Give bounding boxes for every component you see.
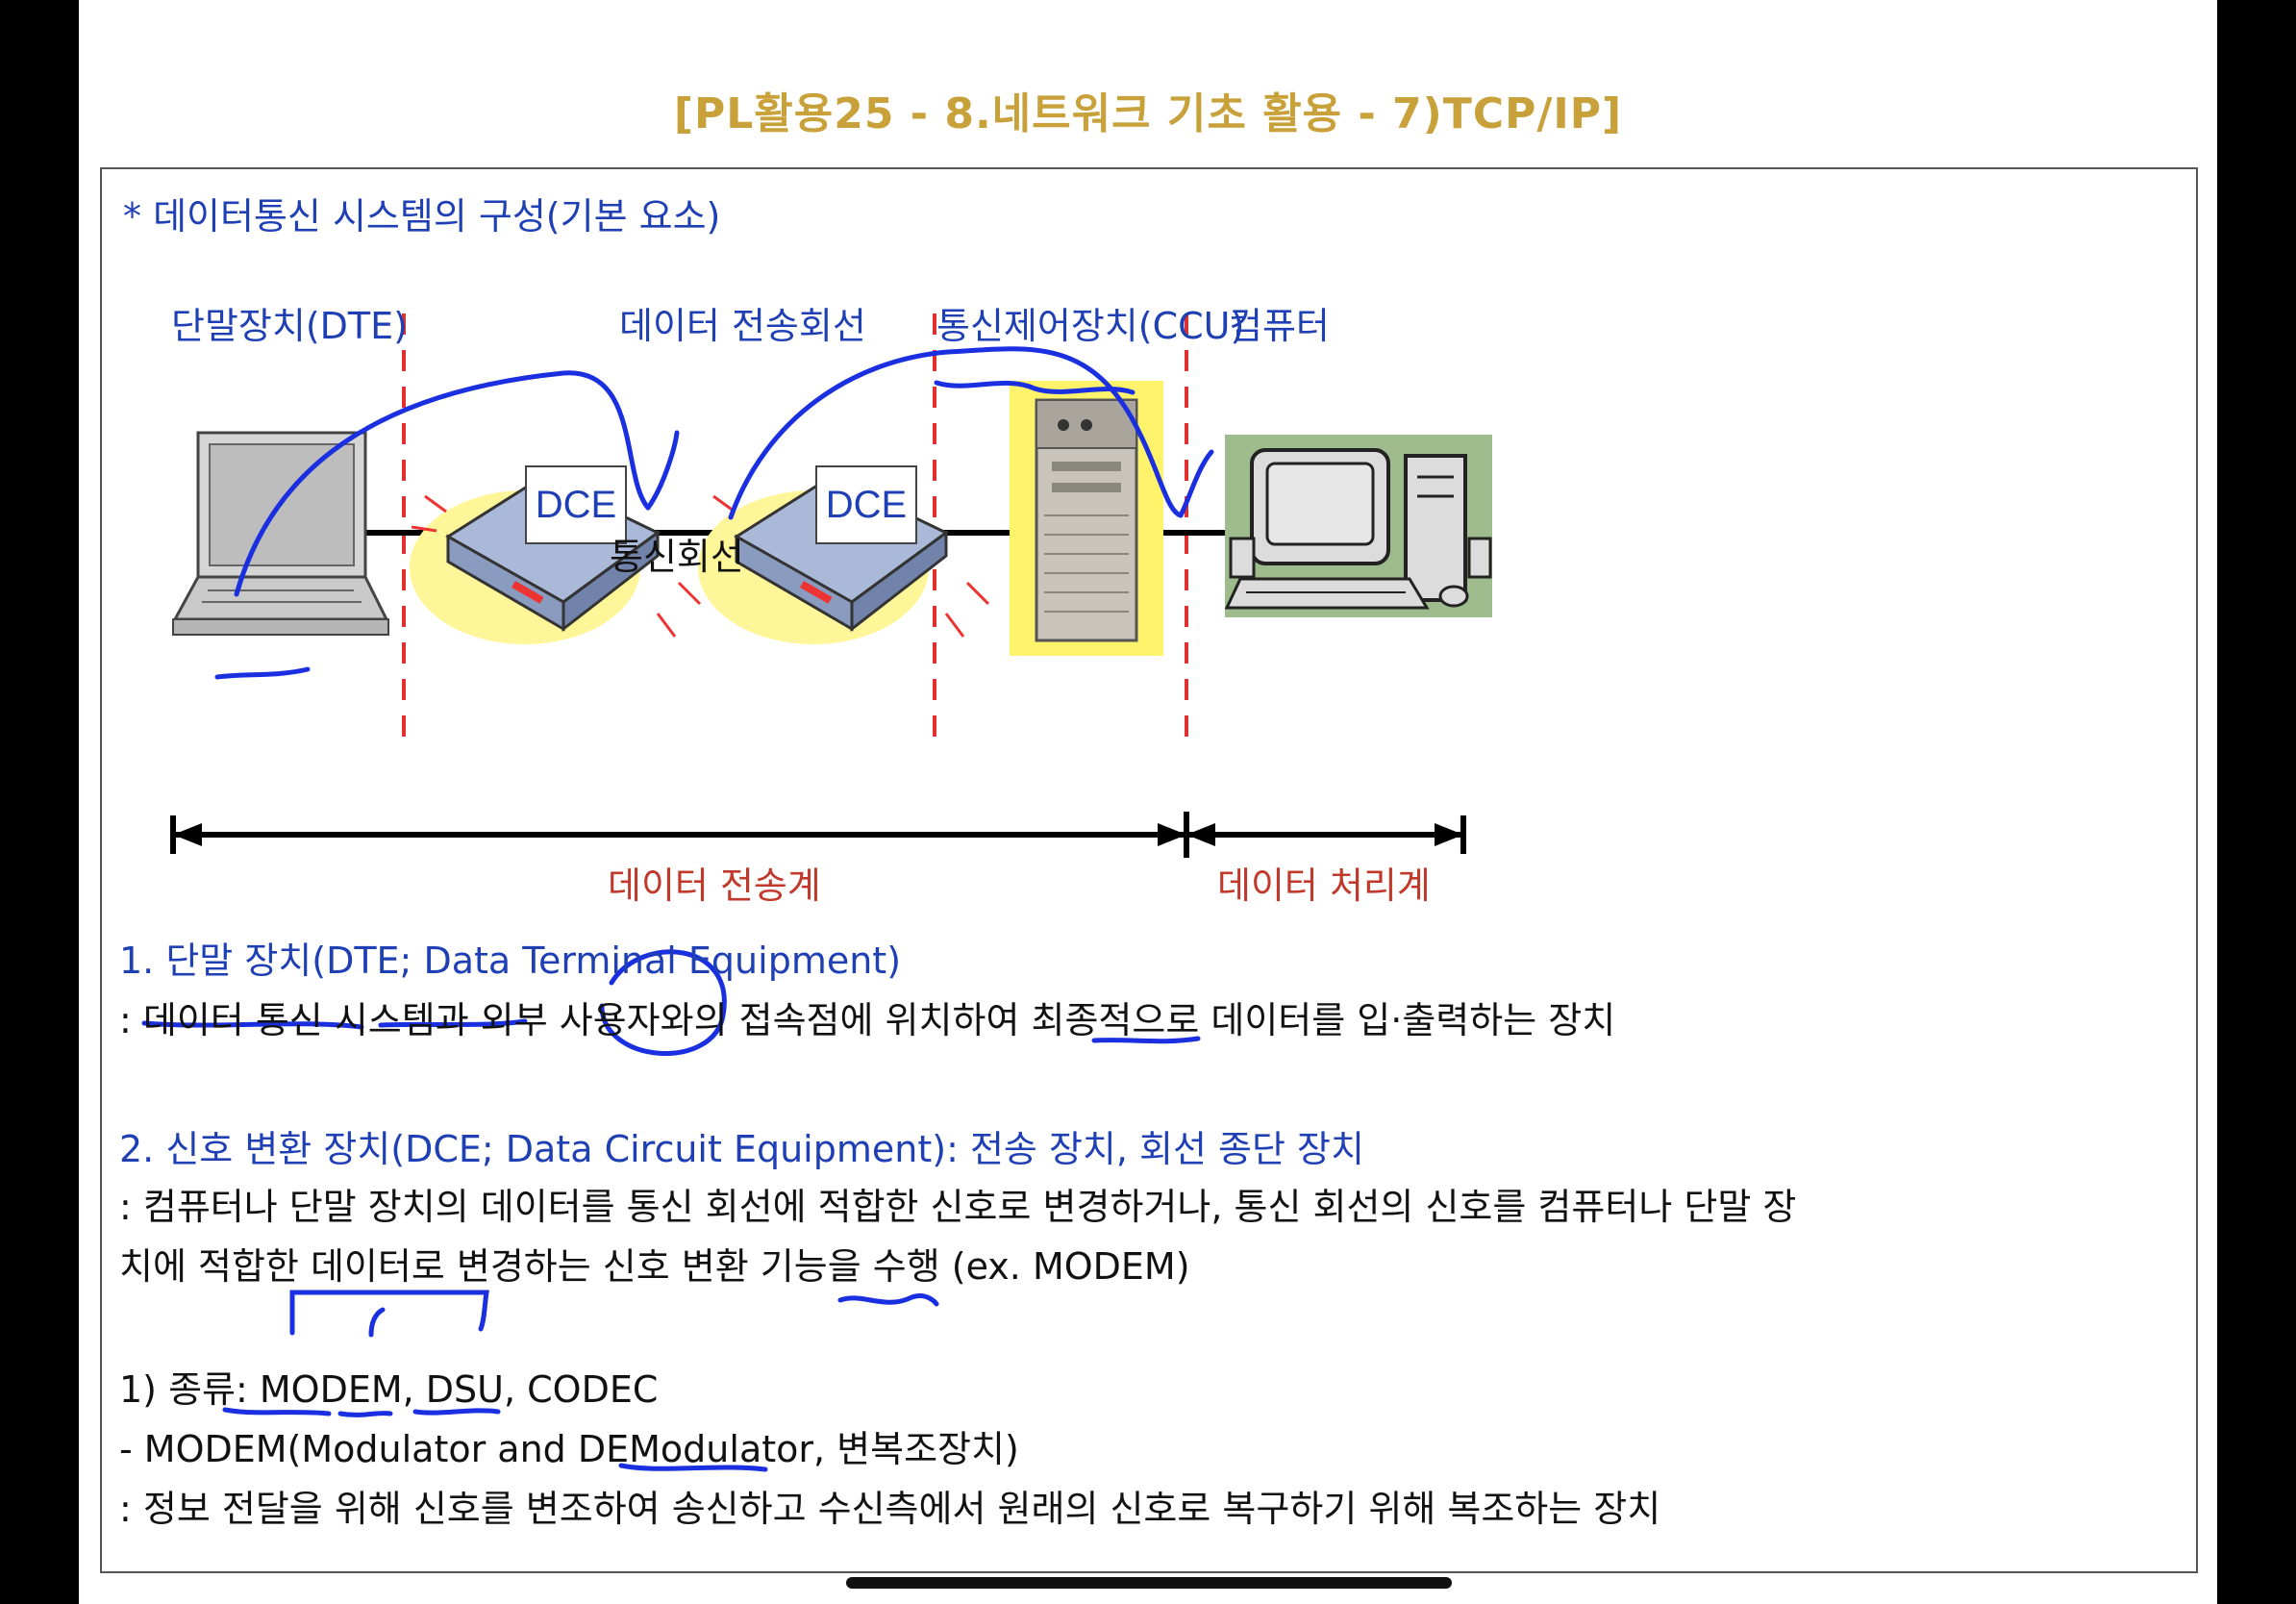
label-ccu: 통신제어장치(CCU) (936, 305, 1245, 347)
label-computer: 컴퓨터 (1229, 305, 1330, 347)
label-comm-line: 통신회선 (610, 536, 744, 578)
span-arrows (170, 812, 1466, 858)
home-indicator[interactable] (846, 1577, 1452, 1589)
page-title: [PL활용25 - 8.네트워크 기초 활용 - 7)TCP/IP] (673, 89, 1623, 138)
dce-box-right: DCE (815, 465, 917, 544)
laptop-icon (172, 431, 389, 636)
server-icon (1010, 381, 1163, 656)
modem-definition-title: - MODEM(Modulator and DEModulator, 변복조장치… (119, 1428, 1019, 1470)
computer-icon (1224, 435, 1492, 617)
section1-title: 1. 단말 장치(DTE; Data Terminal Equipment) (119, 940, 902, 982)
types-line: 1) 종류: MODEM, DSU, CODEC (119, 1368, 659, 1411)
section2-desc-line2: 치에 적합한 데이터로 변경하는 신호 변환 기능을 수행 (ex. MODEM… (119, 1245, 1190, 1288)
section2-desc-line1: : 컴퓨터나 단말 장치의 데이터를 통신 회선에 적합한 신호로 변경하거나,… (119, 1186, 1797, 1228)
section2-title: 2. 신호 변환 장치(DCE; Data Circuit Equipment)… (119, 1128, 1364, 1170)
section1-desc: : 데이터 통신 시스템과 외부 사용자와의 접속점에 위치하여 최종적으로 데… (119, 999, 1616, 1041)
label-data-processing-system: 데이터 처리계 (1217, 865, 1431, 907)
document-screen: [PL활용25 - 8.네트워크 기초 활용 - 7)TCP/IP] * 데이터… (79, 0, 2217, 1604)
label-transmission-line: 데이터 전송회선 (619, 305, 866, 347)
label-data-transmission-system: 데이터 전송계 (608, 865, 821, 907)
modem-definition-desc: : 정보 전달을 위해 신호를 변조하여 송신하고 수신측에서 원래의 신호로 … (119, 1488, 1661, 1530)
slide-frame: * 데이터통신 시스템의 구성(기본 요소) 단말장치(DTE) 데이터 전송회… (100, 167, 2198, 1573)
label-dte: 단말장치(DTE) (171, 305, 408, 347)
